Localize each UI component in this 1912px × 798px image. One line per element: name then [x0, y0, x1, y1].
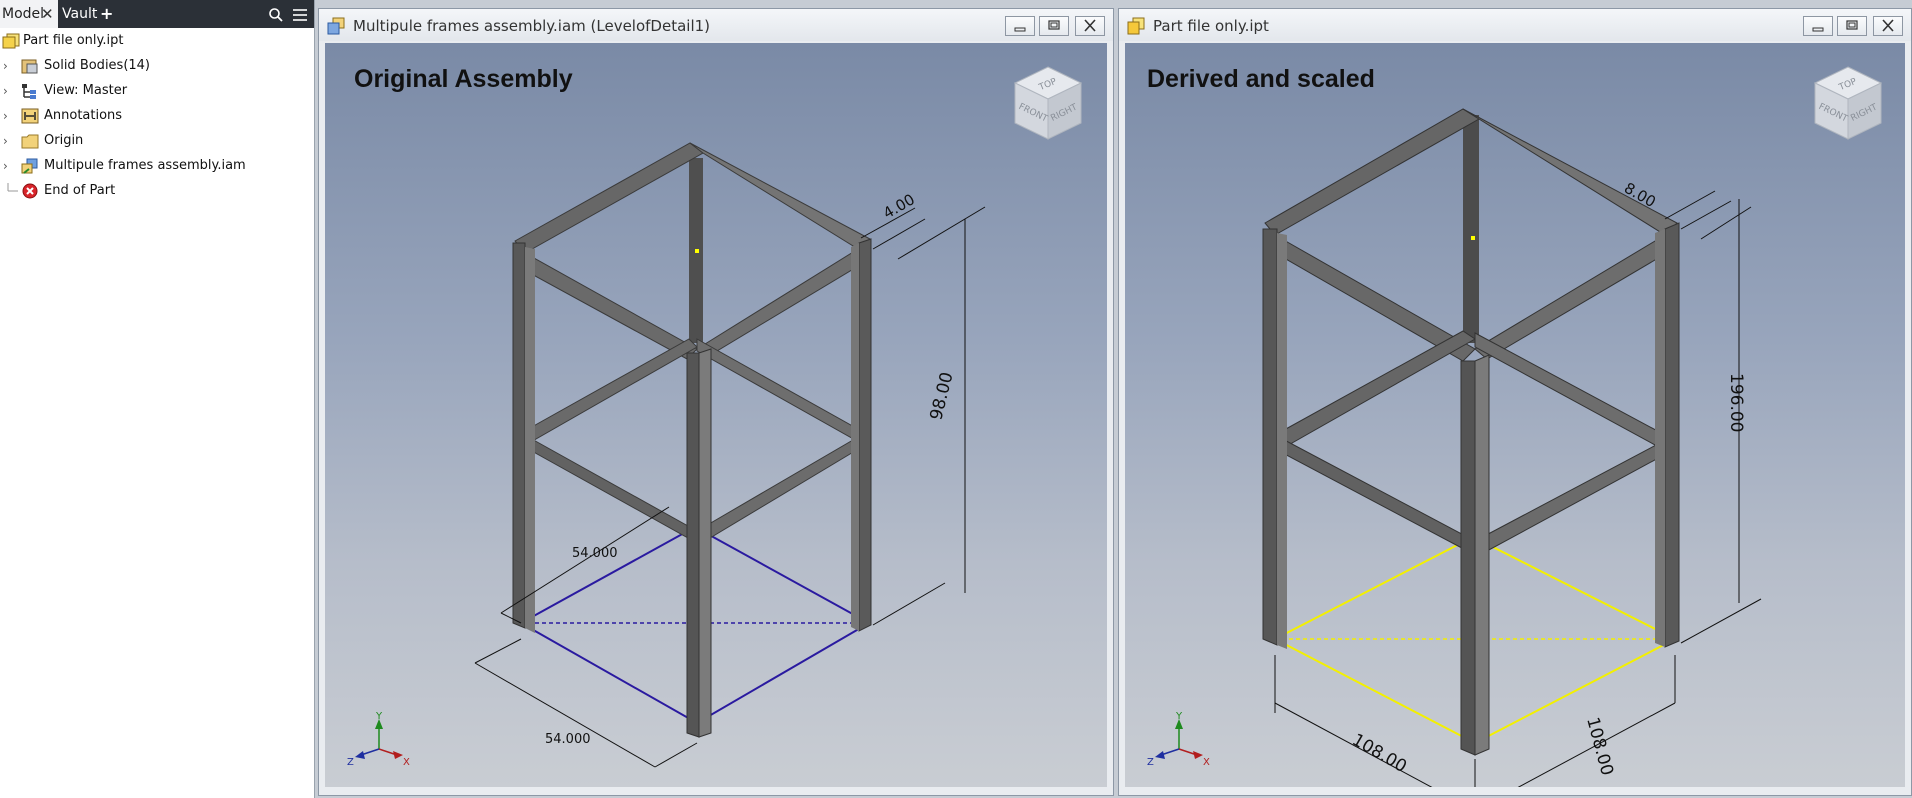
add-tab-button[interactable]: +: [100, 0, 113, 28]
view-icon: [22, 84, 36, 99]
dimension-thickness[interactable]: 4.00: [880, 190, 918, 222]
coordinate-triad: Y Z X: [347, 711, 410, 768]
close-icon: [1084, 19, 1096, 32]
restore-icon: [1048, 20, 1060, 30]
close-button[interactable]: [1075, 16, 1105, 36]
frame-member: [1463, 115, 1479, 343]
graphics-viewport[interactable]: Original Assembly TOP FRONT RIGHT 4.00 9…: [325, 43, 1107, 787]
menu-icon[interactable]: [292, 7, 308, 23]
axis-y-label: Y: [1175, 711, 1183, 722]
annotations-icon: [21, 108, 39, 124]
axis-z-label: Z: [1147, 757, 1154, 768]
graphics-viewport[interactable]: Derived and scaled TOP FRONT RIGHT 8.00 …: [1125, 43, 1905, 787]
coordinate-triad: Y Z X: [1147, 711, 1210, 768]
tree-item-label: Multipule frames assembly.iam: [44, 158, 246, 173]
restore-button[interactable]: [1837, 16, 1867, 36]
dimension-width[interactable]: 54.000: [545, 732, 591, 747]
chevron-right-icon[interactable]: ›: [3, 54, 8, 78]
axis-z-label: Z: [347, 757, 354, 768]
minimize-icon: [1812, 27, 1824, 32]
tree-branch-line: [7, 183, 18, 192]
assembly-file-icon: [327, 17, 345, 35]
part-file-icon: [2, 33, 20, 49]
dimension-depth[interactable]: 108.00: [1349, 730, 1411, 777]
restore-icon: [1846, 20, 1858, 30]
frame-model-derived[interactable]: 8.00 196.00 108.00 108.00: [1125, 43, 1905, 787]
window-original-assembly[interactable]: Multipule frames assembly.iam (LevelofDe…: [318, 8, 1114, 796]
chevron-right-icon[interactable]: ›: [3, 104, 8, 128]
tree-item-label: Origin: [44, 133, 84, 148]
dimension-height[interactable]: 98.00: [926, 370, 957, 422]
solid-bodies-icon: [21, 59, 38, 74]
model-browser: Model ✕ Vault + Part file only.ipt › Sol…: [0, 0, 315, 798]
tree-item-label: End of Part: [44, 183, 116, 198]
frame-model-original[interactable]: 4.00 98.00 54.000 54.000: [325, 43, 1107, 787]
window-titlebar[interactable]: Multipule frames assembly.iam (LevelofDe…: [319, 9, 1113, 41]
minimize-icon: [1014, 27, 1026, 32]
tab-vault[interactable]: Vault: [62, 0, 97, 28]
tree-item-label: Annotations: [44, 108, 123, 123]
minimize-button[interactable]: [1005, 16, 1035, 36]
dimension-width[interactable]: 108.00: [1582, 715, 1617, 778]
close-icon: [1882, 19, 1894, 32]
close-button[interactable]: [1873, 16, 1903, 36]
selection-point: [1471, 236, 1475, 240]
end-of-part-icon: [22, 183, 38, 199]
window-title: Multipule frames assembly.iam (LevelofDe…: [353, 17, 711, 35]
tree-item-label: Solid Bodies(14): [44, 58, 151, 73]
search-icon[interactable]: [268, 7, 284, 23]
part-file-icon: [1127, 17, 1145, 35]
chevron-right-icon[interactable]: ›: [3, 129, 8, 153]
selection-point: [695, 249, 699, 253]
axis-y-label: Y: [375, 711, 383, 722]
restore-button[interactable]: [1039, 16, 1069, 36]
tree-item-label: Part file only.ipt: [23, 33, 124, 48]
minimize-button[interactable]: [1803, 16, 1833, 36]
chevron-right-icon[interactable]: ›: [3, 79, 8, 103]
origin-folder-icon: [21, 134, 39, 149]
axis-x-label: X: [403, 757, 410, 768]
dimension-lines: [474, 206, 986, 768]
derived-assembly-icon: [21, 158, 38, 174]
browser-tab-strip: Model ✕ Vault +: [0, 0, 314, 28]
chevron-right-icon[interactable]: ›: [3, 154, 8, 178]
dimension-height[interactable]: 196.00: [1726, 373, 1746, 432]
window-title: Part file only.ipt: [1153, 17, 1269, 35]
tab-model[interactable]: Model ✕: [0, 0, 58, 28]
axis-x-label: X: [1203, 757, 1210, 768]
close-icon[interactable]: ✕: [41, 0, 54, 28]
window-derived-part[interactable]: Part file only.ipt Derived and scaled TO…: [1118, 8, 1912, 796]
window-titlebar[interactable]: Part file only.ipt: [1119, 9, 1911, 41]
tree-item-label: View: Master: [44, 83, 128, 98]
dimension-depth[interactable]: 54.000: [572, 546, 618, 561]
tab-model-label: Model: [2, 6, 45, 22]
